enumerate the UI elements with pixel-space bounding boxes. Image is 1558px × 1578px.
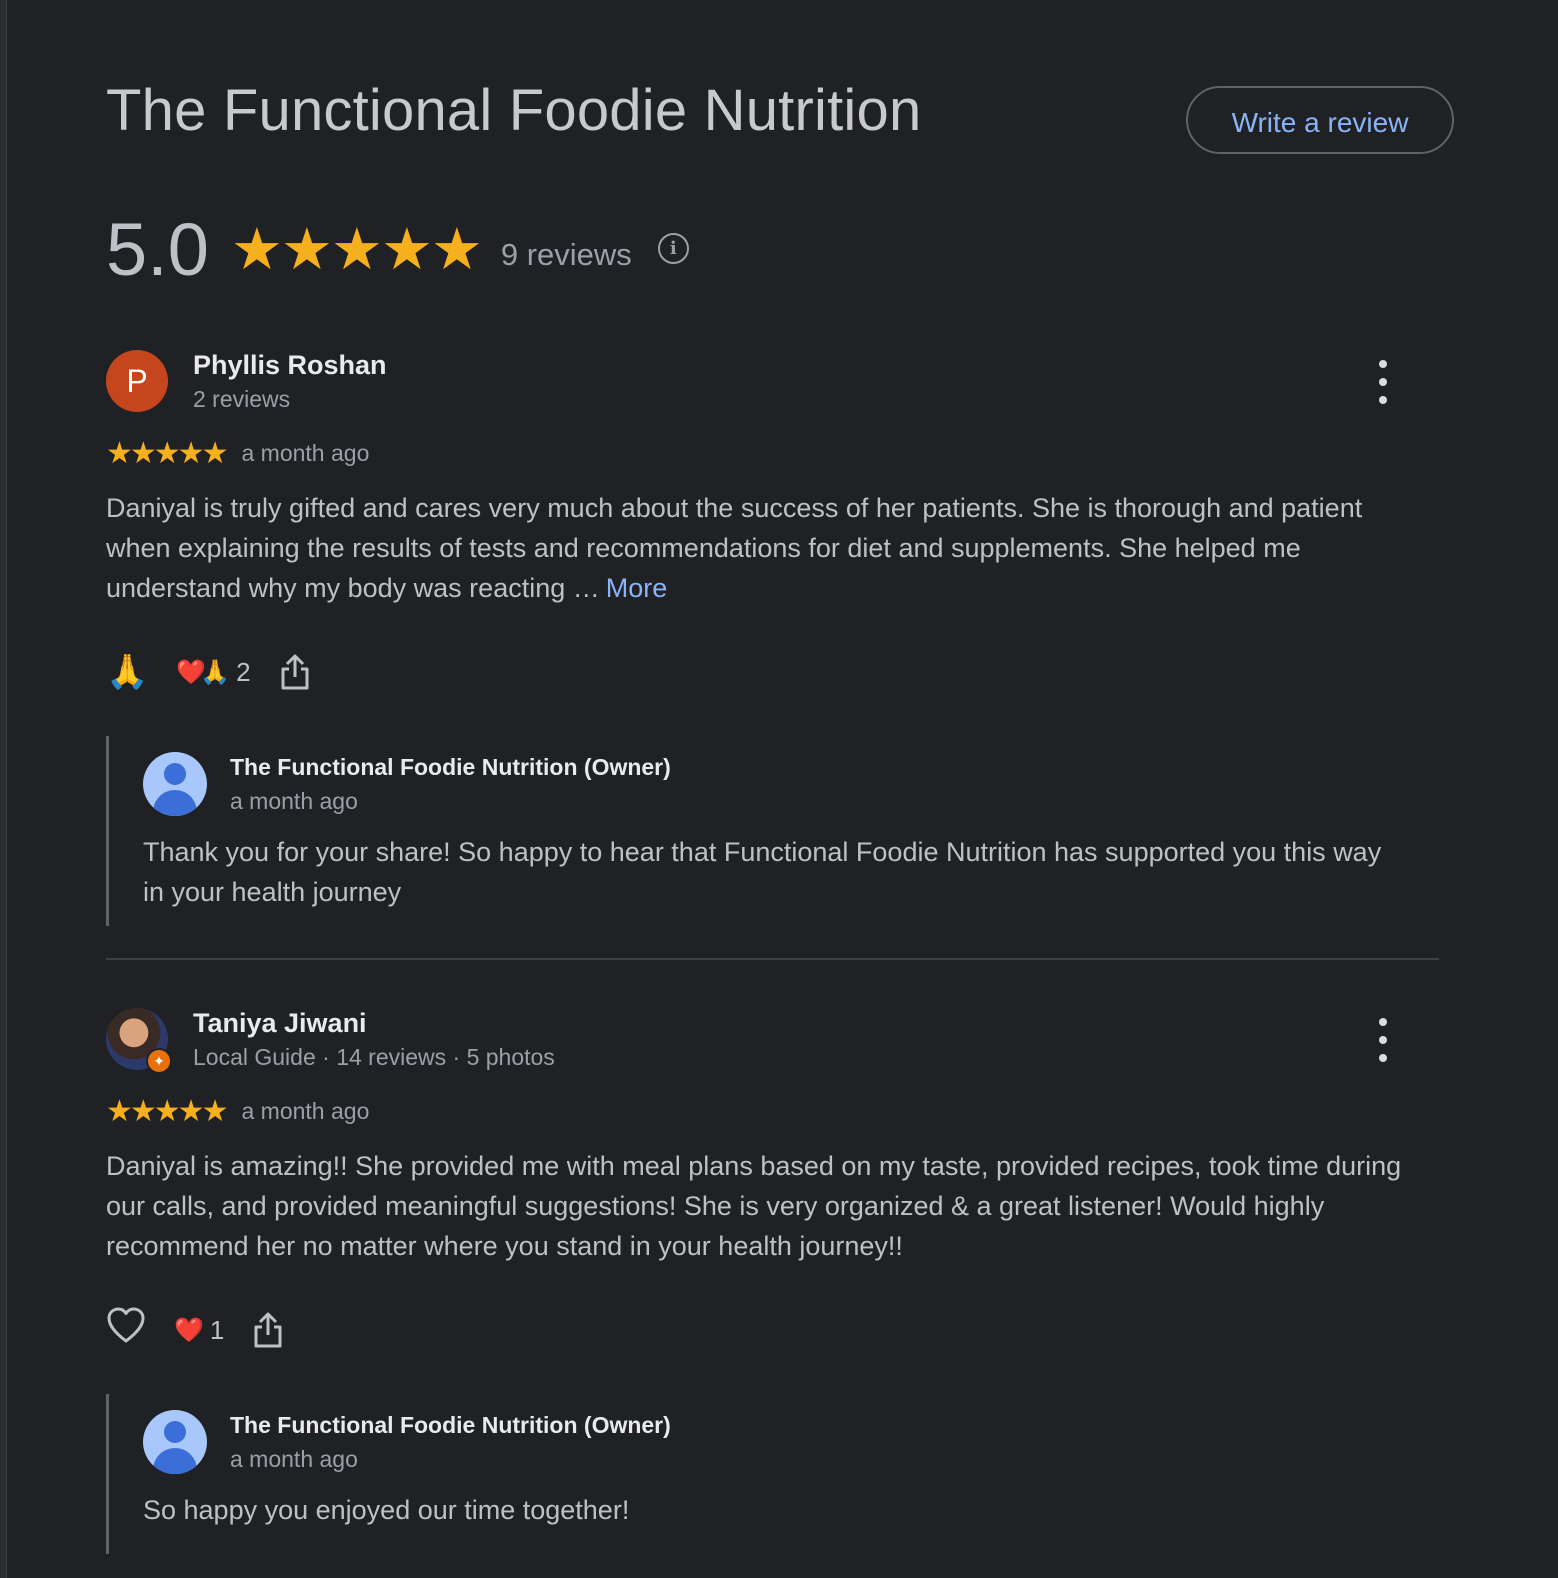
owner-reply-text: So happy you enjoyed our time together!: [143, 1495, 630, 1525]
owner-name: The Functional Foodie Nutrition (Owner): [230, 1412, 671, 1438]
owner-avatar: [143, 752, 207, 816]
info-icon[interactable]: i: [657, 232, 689, 264]
review-text: Daniyal is amazing!! She provided me wit…: [106, 1151, 1402, 1261]
heart-outline-icon[interactable]: [106, 1306, 146, 1355]
share-icon[interactable]: [252, 1311, 284, 1349]
owner-reply-time: a month ago: [230, 1446, 358, 1472]
owner-reply: The Functional Foodie Nutrition (Owner) …: [106, 736, 1409, 926]
review-text: Daniyal is truly gifted and cares very m…: [106, 488, 1426, 608]
reviewer-name[interactable]: Taniya Jiwani: [193, 1008, 367, 1039]
page-title: The Functional Foodie Nutrition: [106, 78, 922, 143]
reactions-summary[interactable]: ❤️🙏 2: [176, 657, 250, 688]
avatar[interactable]: ✦: [106, 1008, 172, 1074]
reaction-emojis: ❤️🙏: [176, 658, 230, 686]
review-actions: 🙏 ❤️🙏 2: [106, 650, 311, 694]
reactions-summary[interactable]: ❤️ 1: [174, 1315, 224, 1346]
local-guide-badge-icon: ✦: [146, 1048, 172, 1074]
window-left-edge: [0, 0, 7, 1578]
review-text-content: Daniyal is truly gifted and cares very m…: [106, 493, 1363, 603]
reaction-emojis: ❤️: [174, 1316, 204, 1344]
total-reviews-count[interactable]: 9 reviews: [501, 227, 632, 273]
review-divider: [106, 958, 1439, 960]
more-link[interactable]: More: [606, 573, 668, 603]
more-options-icon[interactable]: [1368, 360, 1398, 404]
rating-summary: 5.0 ★★★★★ 9 reviews i: [106, 205, 689, 295]
owner-reply-time: a month ago: [230, 788, 358, 814]
avatar[interactable]: P: [106, 350, 168, 412]
write-review-button[interactable]: Write a review: [1186, 86, 1454, 154]
average-rating-stars: ★★★★★: [230, 217, 483, 282]
owner-reply: The Functional Foodie Nutrition (Owner) …: [106, 1394, 1409, 1554]
review-stars: ★★★★★: [106, 1095, 228, 1128]
owner-name: The Functional Foodie Nutrition (Owner): [230, 754, 671, 780]
reaction-count: 1: [209, 1314, 225, 1345]
review-time: a month ago: [241, 440, 370, 466]
review-rating-row: ★★★★★ a month ago: [106, 436, 369, 471]
review-actions: ❤️ 1: [106, 1306, 284, 1355]
reviewer-meta: 2 reviews: [193, 386, 291, 412]
more-options-icon[interactable]: [1368, 1018, 1398, 1062]
share-icon[interactable]: [279, 653, 311, 691]
reaction-count: 2: [236, 656, 251, 687]
review-time: a month ago: [241, 1098, 370, 1124]
react-pray-icon[interactable]: 🙏: [106, 650, 148, 694]
average-rating: 5.0: [106, 208, 209, 291]
owner-avatar: [143, 1410, 207, 1474]
owner-reply-text: Thank you for your share! So happy to he…: [143, 837, 1382, 907]
review-rating-row: ★★★★★ a month ago: [106, 1094, 369, 1129]
reviewer-name[interactable]: Phyllis Roshan: [193, 350, 387, 381]
review-stars: ★★★★★: [106, 437, 228, 470]
reviewer-meta: Local Guide · 14 reviews · 5 photos: [193, 1044, 555, 1070]
